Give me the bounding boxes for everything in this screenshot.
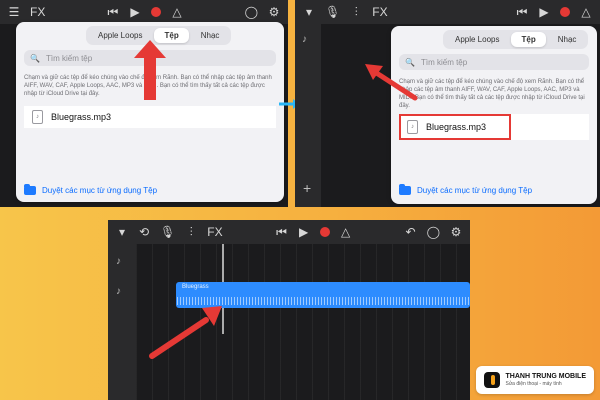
- tracks-sidebar-3: [108, 244, 136, 400]
- file-row-bluegrass-1[interactable]: ♪ Bluegrass.mp3: [24, 106, 276, 128]
- import-description-2: Chạm và giữ các tệp để kéo chúng vào chế…: [399, 79, 585, 109]
- highlight-box: [399, 114, 511, 140]
- metronome-icon[interactable]: △: [580, 6, 592, 18]
- red-arrow-diagonal-3: [149, 306, 222, 359]
- record-icon[interactable]: [560, 7, 570, 17]
- brand-logo-card: THANH TRUNG MOBILE Sửa điện thoại - máy …: [475, 366, 594, 394]
- search-input-2[interactable]: 🔍 Tìm kiếm tệp: [399, 54, 589, 70]
- mic-icon[interactable]: 🎙: [325, 6, 340, 18]
- loop-icon[interactable]: ⟲: [138, 226, 150, 238]
- play-icon[interactable]: ▶: [298, 226, 310, 238]
- tab-music[interactable]: Nhạc: [548, 32, 587, 47]
- folder-icon: [24, 184, 36, 195]
- browse-files-link-2[interactable]: Duyệt các mục từ ứng dụng Tệp: [399, 184, 533, 195]
- tab-files[interactable]: Tệp: [511, 32, 546, 47]
- track-2-icon: ♪: [116, 286, 121, 297]
- play-icon[interactable]: ▶: [538, 6, 550, 18]
- panel-import-2: ▾ 🎙 ⫶ FX ⏮ ▶ △ ♪ + Apple Loops Tệp Nhạc …: [295, 0, 600, 207]
- back-icon[interactable]: ⏮: [516, 6, 528, 18]
- audio-region-bluegrass[interactable]: Bluegrass: [176, 282, 470, 308]
- audio-file-icon: ♪: [32, 110, 43, 124]
- back-icon[interactable]: ⏮: [107, 6, 119, 18]
- undo-icon[interactable]: ↶: [405, 226, 417, 238]
- track-1-icon: ♪: [116, 256, 121, 267]
- browse-files-link-1[interactable]: Duyệt các mục từ ứng dụng Tệp: [24, 184, 158, 195]
- tab-music[interactable]: Nhạc: [191, 28, 230, 43]
- play-icon[interactable]: ▶: [129, 6, 141, 18]
- record-icon[interactable]: [319, 227, 330, 237]
- file-browser-sheet-2: Apple Loops Tệp Nhạc 🔍 Tìm kiếm tệp Chạm…: [391, 26, 597, 204]
- red-arrow-diagonal-2: [365, 64, 418, 101]
- folder-icon: [399, 184, 411, 195]
- guitar-track-icon: ♪: [302, 34, 307, 45]
- mic-icon[interactable]: 🎙: [160, 226, 175, 238]
- toolbar-2: ▾ 🎙 ⫶ FX ⏮ ▶ △: [295, 0, 600, 24]
- record-icon[interactable]: [150, 7, 161, 17]
- red-arrow-up: [134, 40, 166, 100]
- brand-tagline: Sửa điện thoại - máy tính: [505, 381, 562, 387]
- browse-link-label: Duyệt các mục từ ứng dụng Tệp: [42, 186, 158, 195]
- browser-tabs-2: Apple Loops Tệp Nhạc: [443, 30, 589, 49]
- metronome-icon[interactable]: △: [340, 226, 352, 238]
- region-label: Bluegrass: [182, 284, 209, 290]
- fx-button[interactable]: FX: [207, 226, 222, 238]
- loop-browser-icon[interactable]: ◯: [427, 226, 440, 238]
- file-name: Bluegrass.mp3: [51, 112, 112, 122]
- panel-import-1: ☰ FX ⏮ ▶ △ ◯ ⚙ Apple Loops Tệp Nhạc 🔍 Tì…: [0, 0, 288, 207]
- search-placeholder: Tìm kiếm tệp: [420, 57, 468, 67]
- search-icon: 🔍: [30, 53, 40, 63]
- back-icon[interactable]: ⏮: [276, 226, 288, 238]
- tab-apple-loops[interactable]: Apple Loops: [445, 32, 509, 47]
- brand-logo: [483, 372, 500, 388]
- fx-button[interactable]: FX: [372, 6, 387, 18]
- chevron-down-icon[interactable]: ▾: [116, 226, 128, 238]
- panel-track-view: ▾ ⟲ 🎙 ⫶ FX ⏮ ▶ △ ↶ ◯ ⚙ ♪ ♪ Bluegrass: [108, 220, 470, 400]
- gear-icon[interactable]: ⚙: [268, 6, 280, 18]
- browse-link-label: Duyệt các mục từ ứng dụng Tệp: [417, 186, 533, 195]
- chevron-down-icon[interactable]: ▾: [303, 6, 315, 18]
- mixer-icon[interactable]: ☰: [8, 6, 20, 18]
- gear-icon[interactable]: ⚙: [450, 226, 462, 238]
- file-row-bluegrass-2[interactable]: ♪ Bluegrass.mp3: [399, 114, 589, 140]
- loop-icon[interactable]: ◯: [245, 6, 258, 18]
- fx-button[interactable]: FX: [30, 6, 45, 18]
- mixer-icon[interactable]: ⫶: [185, 226, 197, 238]
- toolbar-3: ▾ ⟲ 🎙 ⫶ FX ⏮ ▶ △ ↶ ◯ ⚙: [108, 220, 470, 244]
- brand-name: THANH TRUNG MOBILE: [505, 373, 587, 380]
- mixer-icon[interactable]: ⫶: [350, 6, 362, 18]
- add-track-icon[interactable]: +: [303, 180, 311, 196]
- toolbar-1: ☰ FX ⏮ ▶ △ ◯ ⚙: [0, 0, 288, 24]
- search-placeholder: Tìm kiếm tệp: [45, 53, 93, 63]
- brand-text: THANH TRUNG MOBILE Sửa điện thoại - máy …: [506, 373, 587, 387]
- metronome-icon[interactable]: △: [171, 6, 183, 18]
